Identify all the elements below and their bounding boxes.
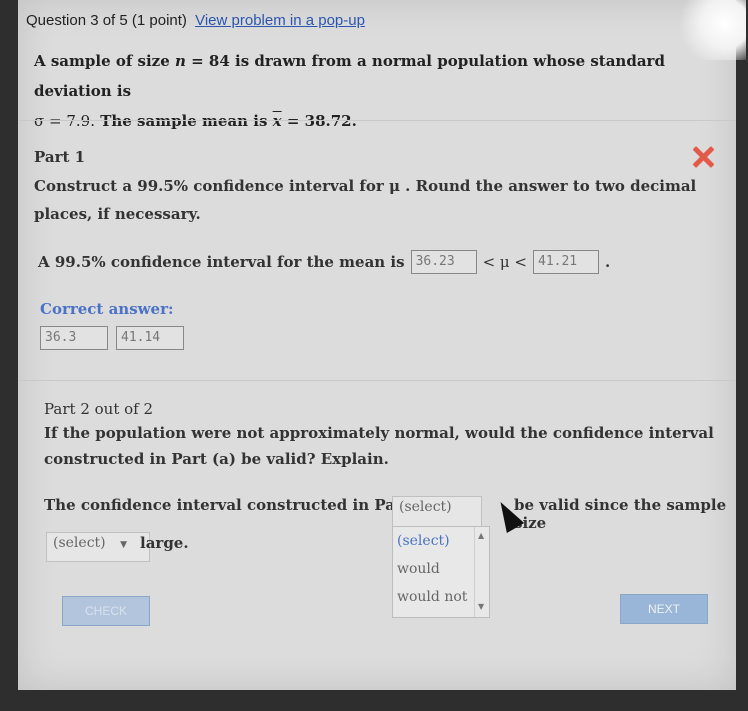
part2-title: Part 2 out of 2 — [44, 400, 154, 418]
correct-answer-row: 36.3 41.14 — [40, 326, 184, 350]
question-header: Question 3 of 5 (1 point) View problem i… — [26, 12, 365, 29]
chevron-down-icon: ▼ — [120, 540, 127, 550]
correct-lower-value: 36.3 — [40, 326, 108, 350]
lower-bound-input[interactable]: 36.23 — [410, 250, 477, 274]
upper-bound-input[interactable]: 41.21 — [533, 250, 599, 274]
correct-answer-label: Correct answer: — [40, 300, 174, 318]
dropdown-scrollbar[interactable]: ▲ ▼ — [474, 527, 489, 617]
check-button[interactable]: CHECK — [62, 596, 150, 626]
question-number: Question 3 of 5 (1 point) — [26, 12, 187, 29]
next-button[interactable]: NEXT — [620, 594, 708, 624]
xbar-symbol: x — [272, 112, 282, 130]
part2-section: Part 2 out of 2 If the population were n… — [44, 400, 724, 472]
sample-size-select[interactable]: (select) ▼ — [46, 532, 150, 562]
divider — [18, 120, 736, 121]
sigma-value: σ = 7.9. — [34, 112, 95, 130]
scroll-up-icon[interactable]: ▲ — [478, 531, 484, 540]
part2-sentence-mid: be valid since the sample size — [514, 496, 727, 532]
part1-title: Part 1 — [34, 148, 86, 166]
part2-sentence-end: large. — [140, 534, 189, 552]
part1-instruction: Construct a 99.5% confidence interval fo… — [34, 177, 697, 223]
popup-link[interactable]: View problem in a pop-up — [195, 12, 365, 29]
part2-sentence-start: The confidence interval constructed in P… — [44, 496, 439, 514]
part1-section: Part 1 Construct a 99.5% confidence inte… — [34, 148, 724, 228]
part1-answer-line: A 99.5% confidence interval for the mean… — [38, 250, 610, 274]
problem-statement: A sample of size n = 84 is drawn from a … — [34, 52, 665, 130]
n-symbol: n — [174, 52, 186, 70]
divider — [18, 380, 736, 381]
validity-dropdown-list[interactable]: (select) would would not ▲ ▼ — [392, 526, 490, 618]
part2-question: If the population were not approximately… — [44, 424, 714, 468]
screen: Question 3 of 5 (1 point) View problem i… — [18, 0, 746, 690]
scroll-down-icon[interactable]: ▼ — [478, 602, 484, 611]
correct-upper-value: 41.14 — [116, 326, 184, 350]
validity-select[interactable]: (select) — [392, 496, 482, 528]
